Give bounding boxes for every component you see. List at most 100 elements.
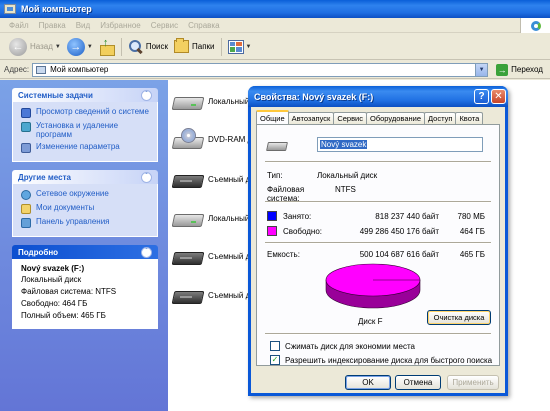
collapse-chevron-icon[interactable]: ˆ	[141, 246, 152, 258]
system-tasks-header[interactable]: Системные задачи ˆ	[12, 88, 158, 102]
drive-item[interactable]: Съемный д	[172, 245, 250, 267]
drive-label: Съемный д	[208, 290, 251, 300]
add-remove-icon	[21, 122, 31, 132]
place-label: Мои документы	[36, 203, 95, 212]
drive-label: Съемный д	[208, 251, 251, 261]
tab-tools[interactable]: Сервис	[333, 112, 367, 124]
menu-file[interactable]: Файл	[4, 21, 34, 30]
volume-name-input[interactable]: Nový svazek	[317, 137, 483, 152]
capacity-bytes: 500 104 687 616 байт	[359, 250, 439, 259]
dialog-titlebar[interactable]: Свойства: Nový svazek (F:) ? ✕	[248, 86, 508, 107]
drive-label: Съемный д	[208, 174, 251, 184]
drive-item[interactable]: Съемный д	[172, 168, 250, 190]
control-panel-small-icon	[21, 143, 31, 153]
tab-hardware[interactable]: Оборудование	[366, 112, 426, 124]
details-header[interactable]: Подробно ˆ	[12, 245, 158, 259]
window-titlebar[interactable]: Мой компьютер	[0, 0, 550, 18]
menu-view[interactable]: Вид	[71, 21, 95, 30]
hard-drive-icon	[267, 139, 287, 153]
disk-cleanup-button[interactable]: Очистка диска	[427, 310, 491, 325]
control-panel-icon	[21, 218, 31, 228]
general-tab-page: Nový svazek Тип: Локальный диск Файловая…	[256, 124, 500, 366]
details-drive-type: Локальный диск	[21, 275, 82, 284]
back-button[interactable]: ← Назад ▼	[6, 36, 64, 58]
drive-label: Локальный	[208, 213, 250, 223]
go-arrow-icon: →	[496, 63, 509, 76]
used-label: Занято:	[283, 212, 312, 221]
task-change-setting[interactable]: Изменение параметра	[21, 142, 151, 153]
search-icon	[128, 39, 143, 54]
folders-icon	[174, 38, 189, 53]
address-label: Адрес:	[4, 65, 30, 74]
place-control-panel[interactable]: Панель управления	[21, 217, 151, 228]
search-button[interactable]: Поиск	[125, 36, 171, 58]
other-places-header[interactable]: Другие места ˆ	[12, 170, 158, 184]
forward-dropdown-icon[interactable]: ▼	[87, 44, 93, 50]
place-my-documents[interactable]: Мои документы	[21, 203, 151, 214]
up-folder-icon	[99, 37, 115, 56]
apply-button[interactable]: Применить	[447, 375, 499, 390]
used-bytes: 818 237 440 байт	[375, 212, 439, 221]
separator	[265, 201, 491, 203]
hard-drive-icon	[172, 207, 202, 229]
forward-button[interactable]: → ▼	[64, 36, 96, 58]
tab-sharing[interactable]: Доступ	[424, 112, 457, 124]
folder-icon	[21, 204, 31, 214]
views-dropdown-icon: ▼	[245, 43, 252, 50]
task-add-remove-programs[interactable]: Установка и удаление программ	[21, 121, 151, 139]
toolbar: ← Назад ▼ → ▼ Поиск Папки ▼	[0, 34, 550, 60]
tab-strip: Общие Автозапуск Сервис Оборудование Дос…	[256, 110, 484, 124]
back-dropdown-icon[interactable]: ▼	[55, 44, 61, 50]
type-value: Локальный диск	[317, 171, 378, 180]
menu-tools[interactable]: Сервис	[146, 21, 183, 30]
address-input[interactable]: Мой компьютер ▼	[32, 62, 489, 77]
forward-arrow-icon: →	[66, 37, 85, 56]
ok-button[interactable]: OK	[345, 375, 391, 390]
menu-help[interactable]: Справка	[183, 21, 224, 30]
address-value: Мой компьютер	[50, 65, 109, 74]
close-icon[interactable]: ✕	[491, 89, 506, 104]
dialog-title: Свойства: Nový svazek (F:)	[254, 91, 374, 102]
index-option[interactable]: ✓ Разрешить индексирование диска для быс…	[270, 355, 492, 365]
tab-quota[interactable]: Квота	[455, 112, 484, 124]
go-button[interactable]: → Переход	[496, 63, 543, 76]
network-icon	[21, 190, 31, 200]
place-network[interactable]: Сетевое окружение	[21, 189, 151, 200]
cancel-button[interactable]: Отмена	[395, 375, 441, 390]
collapse-chevron-icon[interactable]: ˆ	[141, 171, 152, 183]
drive-label: Локальный	[208, 96, 250, 106]
used-color-swatch	[267, 211, 277, 221]
tab-general[interactable]: Общие	[256, 110, 289, 124]
other-places-body: Сетевое окружение Мои документы Панель у…	[12, 184, 158, 237]
task-pane: Системные задачи ˆ Просмотр сведений о с…	[0, 80, 168, 411]
drive-item[interactable]: DVD-RAM д	[172, 128, 252, 150]
drive-item[interactable]: Локальный	[172, 90, 249, 112]
system-tasks-panel: Системные задачи ˆ Просмотр сведений о с…	[12, 88, 158, 162]
system-tasks-body: Просмотр сведений о системе Установка и …	[12, 102, 158, 162]
details-drive-name: Nový svazek (F:)	[21, 264, 85, 273]
hard-drive-icon	[172, 90, 202, 112]
compress-label: Сжимать диск для экономии места	[285, 341, 415, 351]
help-icon[interactable]: ?	[474, 89, 489, 104]
task-label: Установка и удаление программ	[36, 121, 119, 139]
views-button[interactable]: ▼	[225, 36, 255, 58]
tab-autoplay[interactable]: Автозапуск	[287, 112, 335, 124]
compress-checkbox[interactable]	[270, 341, 280, 351]
menu-edit[interactable]: Правка	[34, 21, 71, 30]
compress-option[interactable]: Сжимать диск для экономии места	[270, 341, 415, 351]
removable-drive-icon	[172, 245, 202, 267]
details-panel: Подробно ˆ Nový svazek (F:) Локальный ди…	[12, 245, 158, 329]
collapse-chevron-icon[interactable]: ˆ	[141, 89, 152, 101]
toolbar-separator	[120, 37, 122, 56]
menu-favorites[interactable]: Избранное	[95, 21, 146, 30]
details-total-size: Полный объем: 465 ГБ	[21, 311, 106, 320]
drive-item[interactable]: Локальный	[172, 207, 249, 229]
drive-item[interactable]: Съемный д	[172, 284, 250, 306]
folders-button[interactable]: Папки	[171, 36, 218, 58]
system-tasks-title: Системные задачи	[18, 90, 93, 100]
removable-drive-icon	[172, 284, 202, 306]
task-view-system-info[interactable]: Просмотр сведений о системе	[21, 107, 151, 118]
index-checkbox[interactable]: ✓	[270, 355, 280, 365]
address-dropdown-icon[interactable]: ▼	[475, 63, 488, 76]
up-folder-button[interactable]	[96, 36, 118, 58]
